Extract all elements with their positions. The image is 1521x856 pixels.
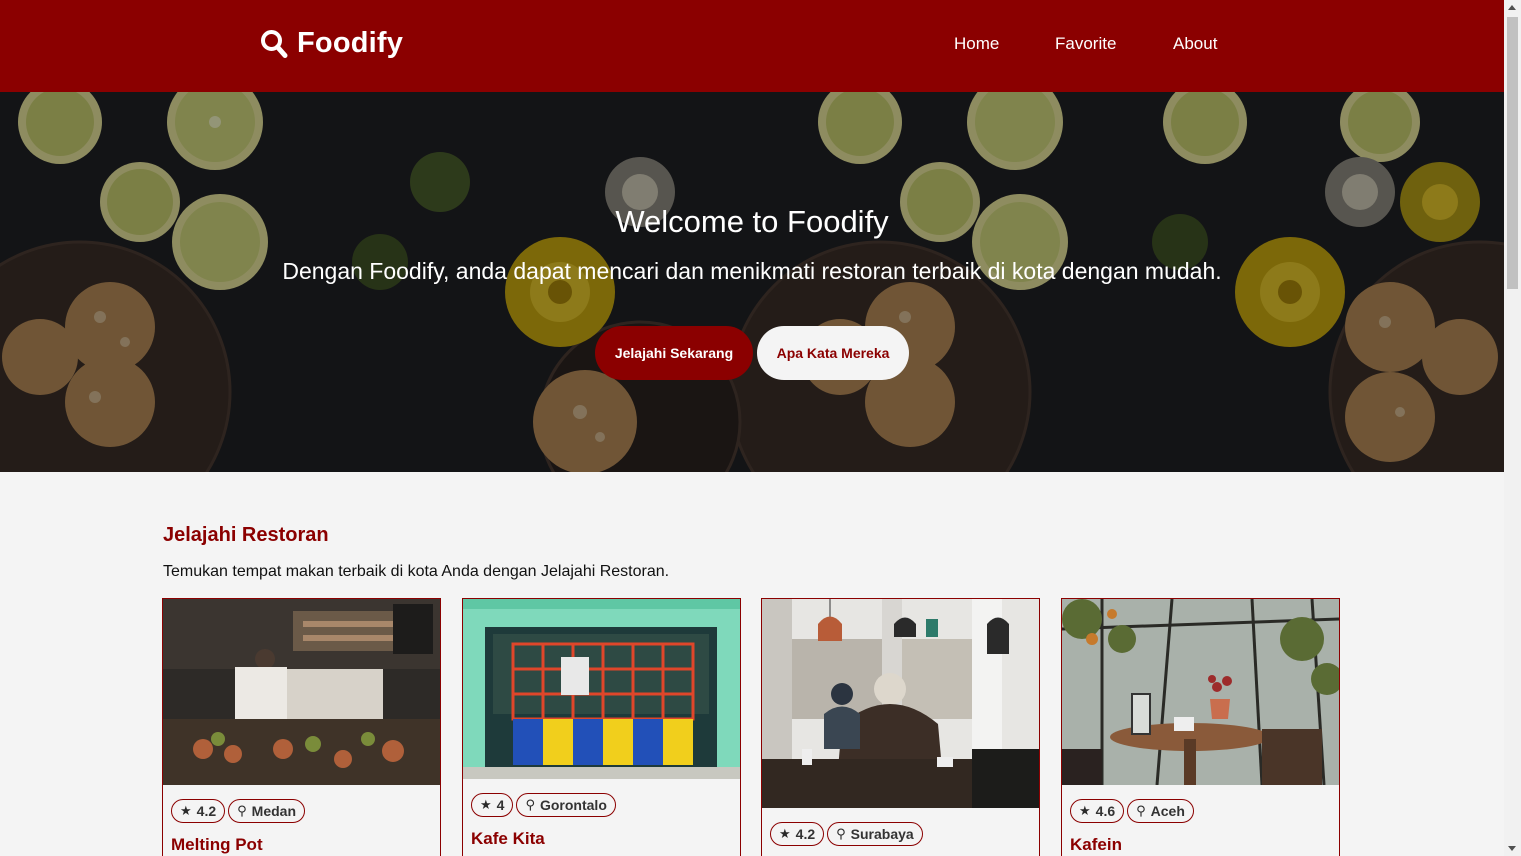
- restaurant-meta: ★ 4.6 ⚲ Aceh: [1070, 799, 1194, 823]
- nav-about-link[interactable]: About: [1173, 34, 1217, 54]
- location-badge: ⚲ Medan: [228, 799, 305, 823]
- nav-favorite-link[interactable]: Favorite: [1055, 34, 1116, 54]
- restaurant-meta: ★ 4.2 ⚲ Surabaya: [770, 822, 923, 846]
- rating-badge: ★ 4.2: [770, 822, 825, 846]
- restaurant-image: [1062, 599, 1339, 785]
- rating-value: 4.2: [196, 803, 217, 819]
- map-pin-icon: ⚲: [237, 803, 247, 818]
- restaurant-image: [762, 599, 1039, 808]
- city-value: Medan: [251, 803, 296, 819]
- restaurant-card[interactable]: ★ 4.2 ⚲ Medan Melting Pot: [162, 598, 441, 856]
- hero-title: Welcome to Foodify: [615, 204, 889, 239]
- city-value: Surabaya: [850, 826, 914, 842]
- scroll-down-icon[interactable]: [1508, 846, 1516, 851]
- rating-value: 4.2: [795, 826, 816, 842]
- testimonials-button[interactable]: Apa Kata Mereka: [757, 326, 909, 380]
- star-icon: ★: [779, 826, 791, 841]
- brand-logo[interactable]: Foodify: [260, 27, 403, 60]
- section-description: Temukan tempat makan terbaik di kota And…: [163, 563, 670, 580]
- section-title: Jelajahi Restoran: [163, 524, 329, 546]
- city-value: Aceh: [1150, 803, 1185, 819]
- hero-banner: Welcome to Foodify Dengan Foodify, anda …: [0, 92, 1504, 472]
- restaurant-meta: ★ 4 ⚲ Gorontalo: [471, 793, 616, 817]
- star-icon: ★: [480, 797, 492, 812]
- location-badge: ⚲ Aceh: [1127, 799, 1194, 823]
- rating-badge: ★ 4: [471, 793, 514, 817]
- restaurant-name[interactable]: Kafe Kita: [471, 829, 545, 849]
- rating-badge: ★ 4.6: [1070, 799, 1125, 823]
- restaurant-card[interactable]: ★ 4.2 ⚲ Surabaya: [761, 598, 1040, 856]
- restaurant-meta: ★ 4.2 ⚲ Medan: [171, 799, 305, 823]
- search-icon: [260, 29, 288, 59]
- star-icon: ★: [1079, 803, 1091, 818]
- scroll-up-icon[interactable]: [1508, 5, 1516, 10]
- city-value: Gorontalo: [539, 797, 607, 813]
- scrollbar-thumb[interactable]: [1507, 17, 1518, 289]
- location-badge: ⚲ Surabaya: [827, 822, 923, 846]
- restaurant-name[interactable]: Melting Pot: [171, 835, 263, 855]
- restaurant-image: [163, 599, 440, 785]
- restaurant-image: [463, 599, 740, 779]
- page-scrollbar[interactable]: [1504, 0, 1521, 856]
- app-header: Foodify Home Favorite About: [0, 0, 1504, 92]
- map-pin-icon: ⚲: [525, 797, 535, 812]
- page: Foodify Home Favorite About Welcome to F…: [0, 0, 1504, 856]
- rating-badge: ★ 4.2: [171, 799, 226, 823]
- map-pin-icon: ⚲: [1136, 803, 1146, 818]
- rating-value: 4: [496, 797, 505, 813]
- map-pin-icon: ⚲: [836, 826, 846, 841]
- hero-subtitle: Dengan Foodify, anda dapat mencari dan m…: [282, 258, 1222, 284]
- star-icon: ★: [180, 803, 192, 818]
- restaurant-card[interactable]: ★ 4 ⚲ Gorontalo Kafe Kita: [462, 598, 741, 856]
- restaurant-name[interactable]: Kafein: [1070, 835, 1122, 855]
- nav-home-link[interactable]: Home: [954, 34, 999, 54]
- explore-now-button[interactable]: Jelajahi Sekarang: [595, 326, 753, 380]
- brand-name: Foodify: [297, 27, 404, 59]
- restaurant-card[interactable]: ★ 4.6 ⚲ Aceh Kafein: [1061, 598, 1340, 856]
- rating-value: 4.6: [1095, 803, 1116, 819]
- location-badge: ⚲ Gorontalo: [516, 793, 616, 817]
